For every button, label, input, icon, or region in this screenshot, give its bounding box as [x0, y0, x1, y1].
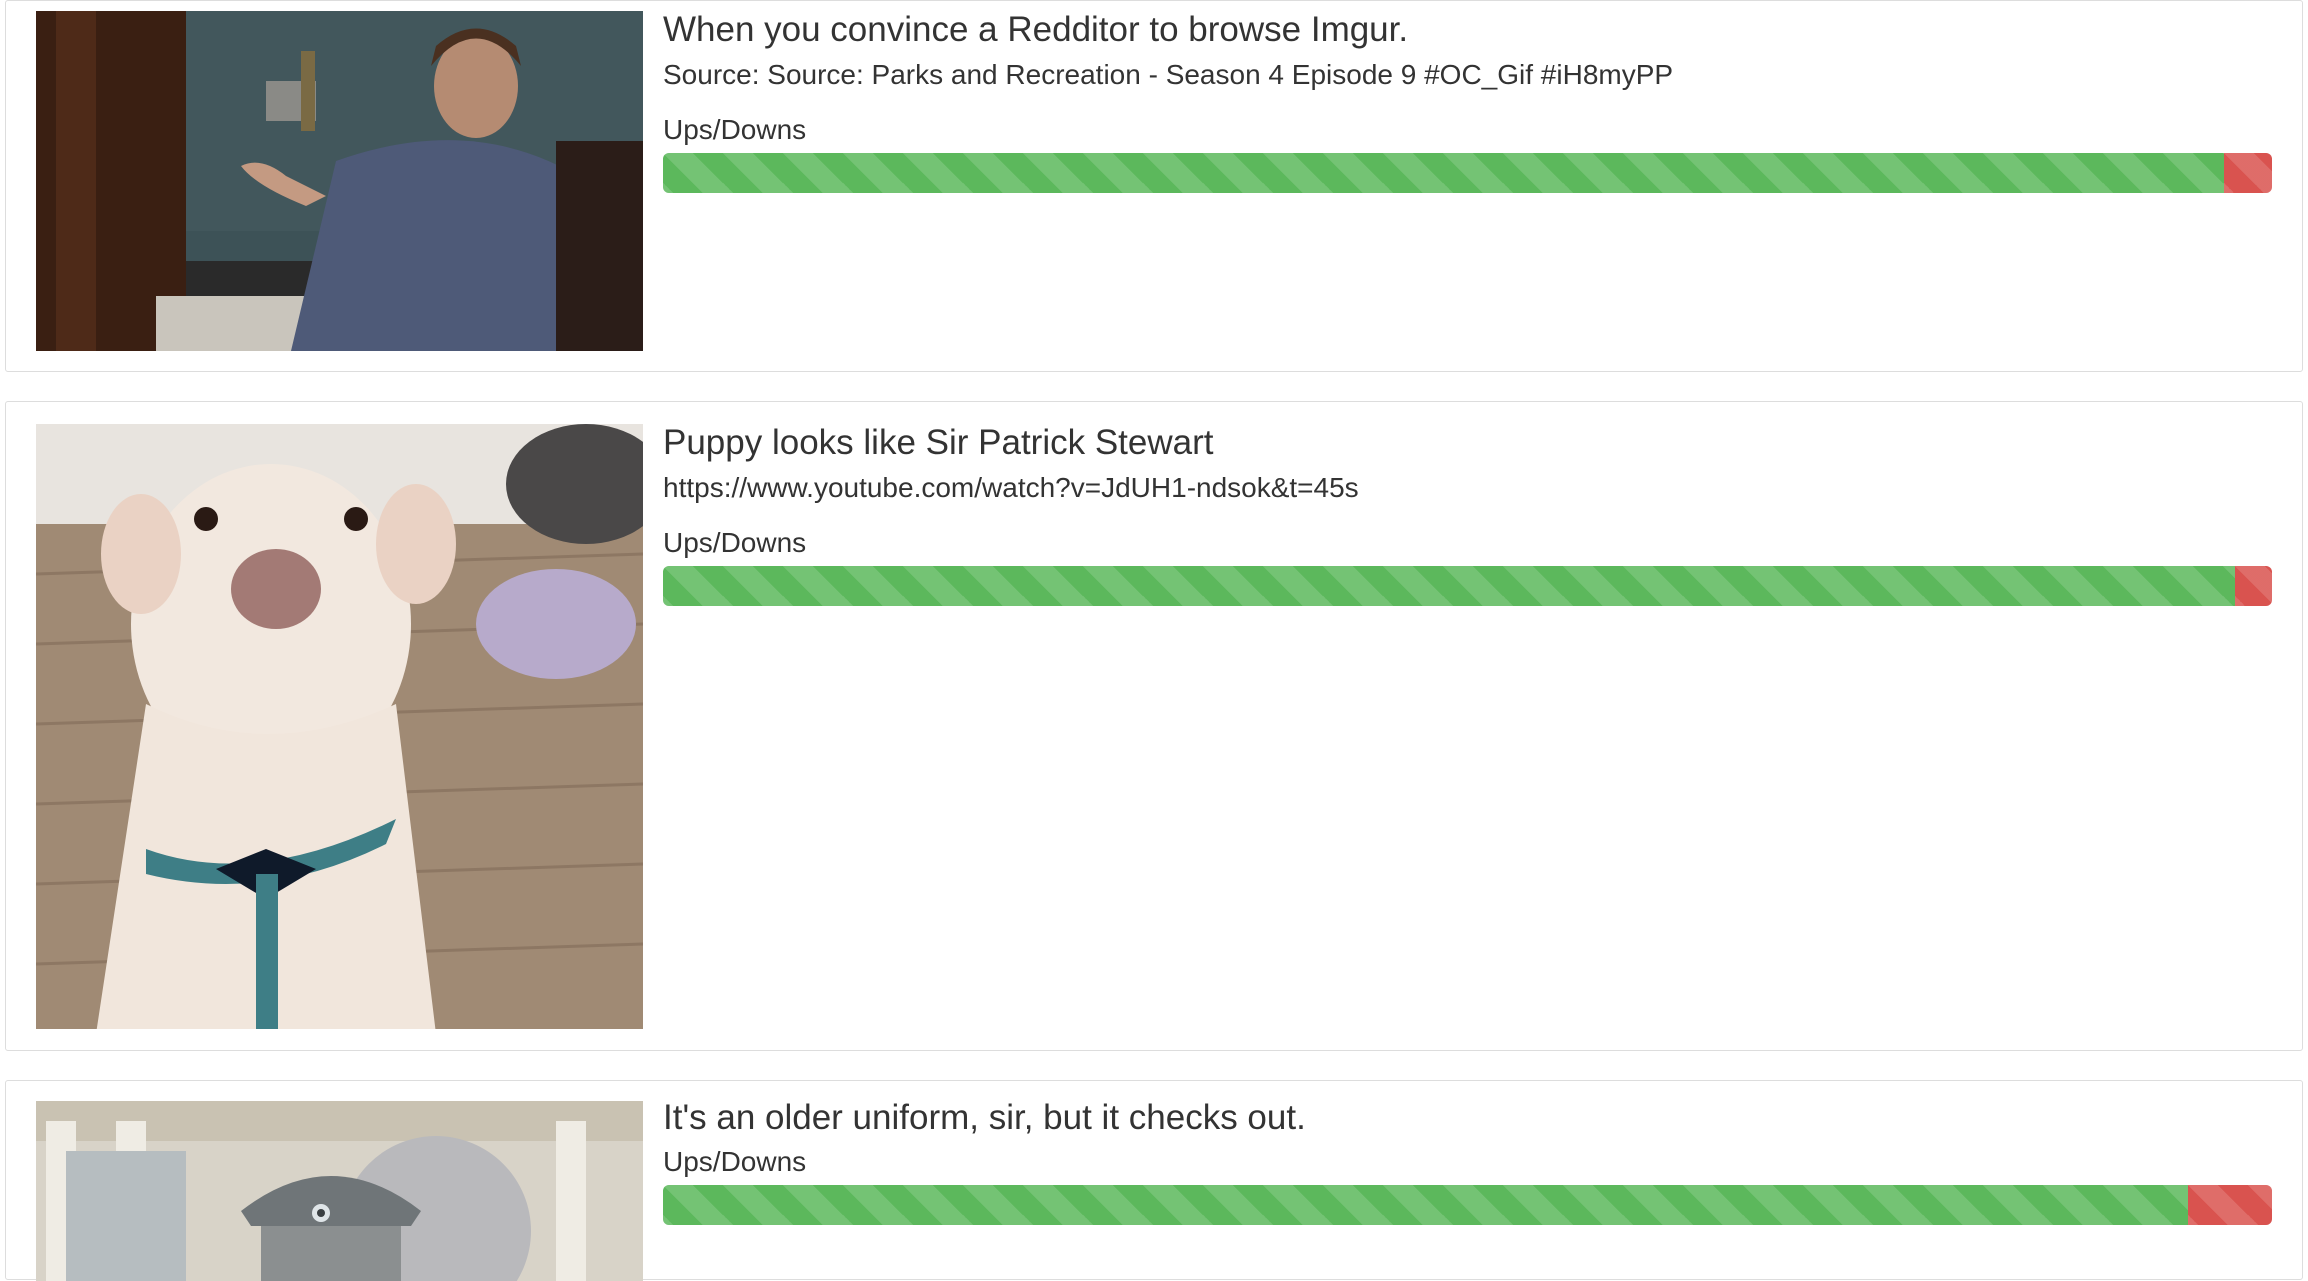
post-thumbnail[interactable]	[36, 11, 643, 351]
post-thumbnail[interactable]	[36, 424, 643, 1029]
downvotes-bar	[2234, 566, 2272, 606]
votes-progress-bar	[663, 566, 2272, 606]
uniform-image	[36, 1101, 643, 1281]
votes-progress-bar	[663, 153, 2272, 193]
post-source[interactable]: https://www.youtube.com/watch?v=JdUH1-nd…	[663, 470, 2272, 506]
post-card: It's an older uniform, sir, but it check…	[5, 1080, 2303, 1281]
post-title[interactable]: It's an older uniform, sir, but it check…	[663, 1097, 2272, 1139]
votes-label: Ups/Downs	[663, 527, 807, 558]
upvotes-bar	[663, 566, 2235, 606]
upvotes-bar	[663, 153, 2224, 193]
upvotes-bar	[663, 1185, 2189, 1225]
downvotes-bar	[2223, 153, 2272, 193]
puppy-image	[36, 424, 643, 1029]
votes-label: Ups/Downs	[663, 114, 807, 145]
post-card: When you convince a Redditor to browse I…	[5, 0, 2303, 372]
post-title[interactable]: Puppy looks like Sir Patrick Stewart	[663, 422, 2272, 464]
post-card: Puppy looks like Sir Patrick Stewart htt…	[5, 401, 2303, 1051]
votes-progress-bar	[663, 1185, 2272, 1225]
post-thumbnail[interactable]	[36, 1101, 643, 1281]
downvotes-bar	[2188, 1185, 2272, 1225]
office-scene-image	[36, 11, 643, 351]
votes-label: Ups/Downs	[663, 1146, 807, 1177]
post-title[interactable]: When you convince a Redditor to browse I…	[663, 9, 2272, 51]
post-source: Source: Source: Parks and Recreation - S…	[663, 59, 1674, 90]
